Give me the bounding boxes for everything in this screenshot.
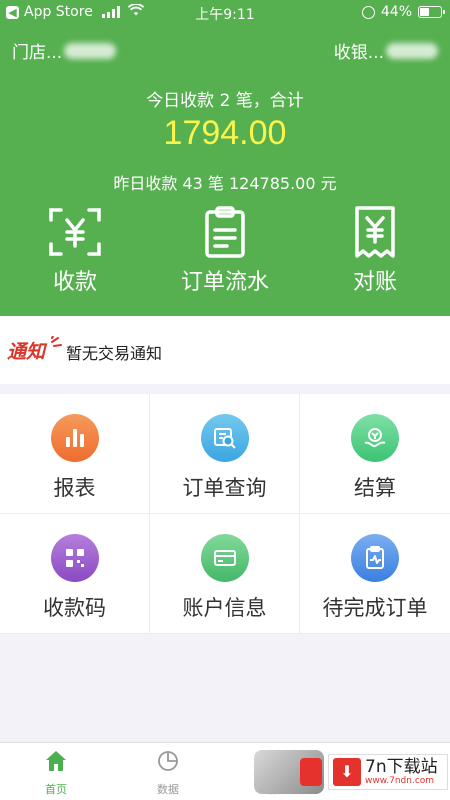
notice-text: 暂无交易通知 [66, 344, 163, 363]
notice-badge-text: 通知 [7, 341, 48, 363]
qr-grid-icon [50, 534, 99, 582]
order-query-label: 订单查询 [182, 476, 267, 500]
header: ◀ App Store 上午9:11 44% 门店... 收银... 今日收款 … [0, 0, 450, 316]
store-row: 门店... 收银... [0, 38, 450, 64]
order-flow-label: 订单流水 [180, 270, 269, 295]
today-summary: 今日收款 2 笔，合计 [146, 91, 304, 111]
watermark-logo [254, 750, 324, 794]
account-info-button[interactable]: 账户信息 [150, 514, 300, 634]
watermark: ⬇ 7n下载站 www.7ndn.com [254, 748, 450, 796]
bar-chart-icon [50, 414, 99, 462]
watermark-title: 7n下载站 [365, 757, 438, 777]
notice-badge: 通知 [7, 336, 62, 363]
store-name[interactable]: 门店... [12, 38, 117, 63]
tab-home[interactable]: 首页 [0, 749, 112, 797]
pending-orders-label: 待完成订单 [322, 596, 428, 620]
reconcile-label: 对账 [352, 270, 397, 295]
store-label: 门店... [12, 43, 63, 63]
order-flow-button[interactable]: 订单流水 [150, 204, 300, 296]
feature-grid: 报表 订单查询 结算 收款码 账户信息 待完成订单 [0, 394, 450, 634]
receipt-yuan-icon [355, 206, 395, 258]
order-query-button[interactable]: 订单查询 [150, 394, 300, 514]
tab-home-label: 首页 [45, 783, 67, 796]
scan-yuan-icon [49, 208, 101, 256]
pending-orders-button[interactable]: 待完成订单 [300, 514, 450, 634]
store-name-redacted [64, 42, 117, 59]
tab-data[interactable]: 数据 [112, 749, 224, 797]
rotation-lock-icon [361, 5, 375, 19]
battery-icon [418, 6, 445, 18]
reconcile-button[interactable]: 对账 [300, 204, 450, 296]
quick-actions: 收款 订单流水 对账 [0, 204, 450, 304]
collect-payment-button[interactable]: 收款 [0, 204, 150, 296]
watermark-url: www.7ndn.com [365, 776, 435, 786]
status-bar: ◀ App Store 上午9:11 44% [0, 0, 450, 26]
account-info-label: 账户信息 [182, 596, 267, 620]
download-icon: ⬇ [333, 758, 361, 786]
payment-code-label: 收款码 [43, 596, 106, 620]
status-right: 44% [361, 4, 445, 20]
today-amount: 1794.00 [163, 114, 287, 152]
payment-code-button[interactable]: 收款码 [0, 514, 150, 634]
collect-payment-label: 收款 [52, 270, 97, 295]
pending-doc-icon [351, 534, 399, 582]
cashier-label: 收银... [333, 43, 384, 63]
yesterday-summary: 昨日收款 43 笔 124785.00 元 [113, 174, 337, 193]
settle-coin-icon [351, 414, 399, 462]
report-label: 报表 [53, 476, 96, 500]
home-icon [46, 751, 66, 771]
battery-percent: 44% [380, 4, 412, 20]
watermark-box: ⬇ 7n下载站 www.7ndn.com [328, 754, 448, 790]
settlement-label: 结算 [354, 476, 396, 500]
pie-chart-icon [158, 751, 178, 771]
clipboard-icon [205, 206, 245, 258]
order-search-icon [200, 414, 249, 462]
notice-bar[interactable]: 通知 暂无交易通知 [0, 316, 450, 384]
report-button[interactable]: 报表 [0, 394, 150, 514]
cashier-name[interactable]: 收银... [334, 38, 438, 63]
cashier-name-redacted [386, 42, 438, 59]
card-icon [200, 534, 249, 582]
settlement-button[interactable]: 结算 [300, 394, 450, 514]
tab-data-label: 数据 [157, 783, 179, 796]
